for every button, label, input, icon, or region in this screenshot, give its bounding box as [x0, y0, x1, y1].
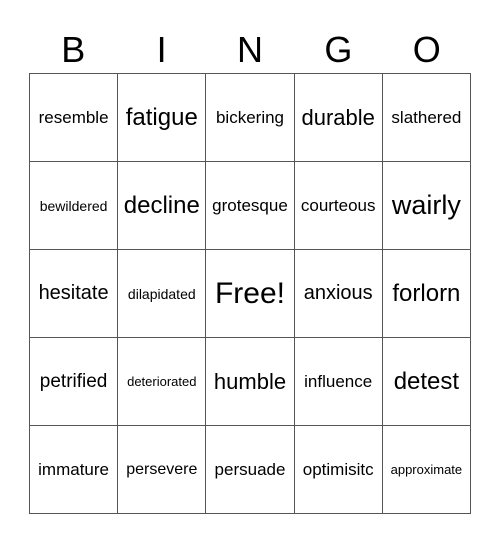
bingo-cell[interactable]: grotesque — [206, 162, 295, 250]
bingo-cell[interactable]: resemble — [30, 74, 119, 162]
bingo-cell[interactable]: bewildered — [30, 162, 119, 250]
bingo-cell[interactable]: immature — [30, 426, 119, 514]
bingo-board: resemble fatigue bickering durable slath… — [29, 73, 471, 514]
bingo-cell[interactable]: persuade — [206, 426, 295, 514]
free-space-cell[interactable]: Free! — [206, 250, 295, 338]
bingo-cell[interactable]: deteriorated — [118, 338, 207, 426]
bingo-cell[interactable]: anxious — [294, 250, 383, 338]
bingo-cell[interactable]: wairly — [382, 162, 471, 250]
bingo-cell[interactable]: slathered — [382, 74, 471, 162]
bingo-cell[interactable]: courteous — [294, 162, 383, 250]
bingo-cell[interactable]: optimisitc — [294, 426, 383, 514]
bingo-header: B I N G O — [29, 28, 471, 72]
bingo-cell[interactable]: forlorn — [382, 250, 471, 338]
bingo-cell[interactable]: approximate — [382, 426, 471, 514]
header-letter-o: O — [412, 29, 441, 70]
bingo-cell[interactable]: hesitate — [30, 250, 119, 338]
bingo-cell[interactable]: fatigue — [118, 74, 207, 162]
bingo-cell[interactable]: decline — [118, 162, 207, 250]
bingo-cell[interactable]: humble — [206, 338, 295, 426]
bingo-cell[interactable]: influence — [294, 338, 383, 426]
header-letter-n: N — [236, 29, 263, 70]
bingo-cell[interactable]: persevere — [118, 426, 207, 514]
bingo-cell[interactable]: dilapidated — [118, 250, 207, 338]
header-letter-b: B — [61, 29, 86, 70]
header-letter-i: I — [156, 29, 167, 70]
header-letter-g: G — [324, 29, 353, 70]
bingo-cell[interactable]: durable — [294, 74, 383, 162]
bingo-cell[interactable]: bickering — [206, 74, 295, 162]
bingo-cell[interactable]: petrified — [30, 338, 119, 426]
bingo-cell[interactable]: detest — [382, 338, 471, 426]
